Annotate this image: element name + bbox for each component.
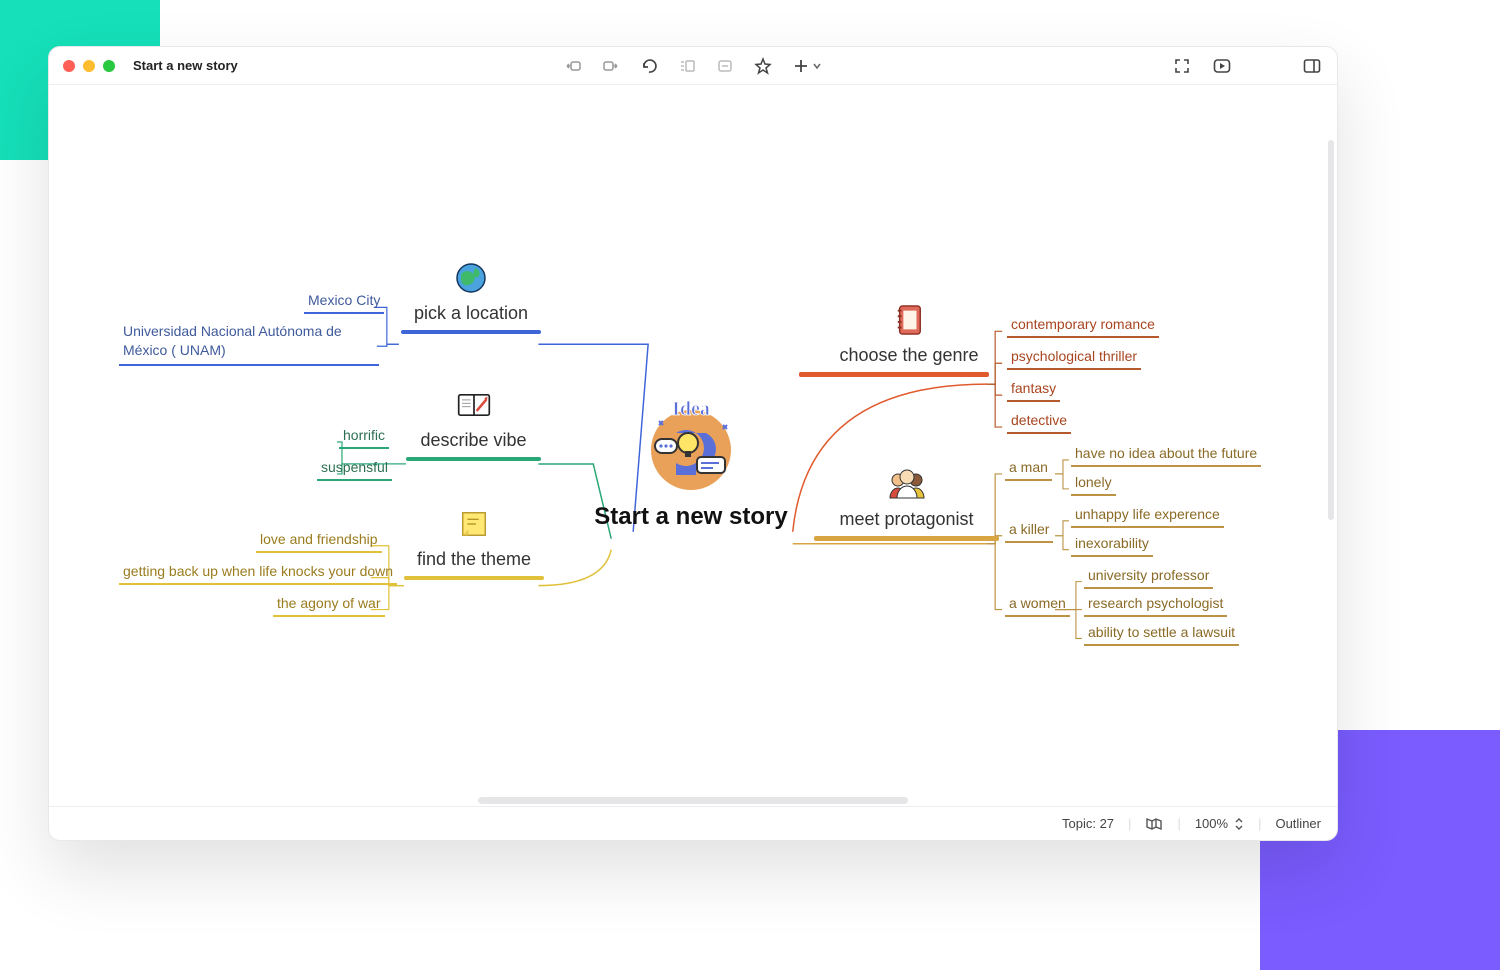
leaf-killer-0[interactable]: unhappy life experence [1071, 506, 1224, 528]
leaf-women-1[interactable]: research psychologist [1084, 595, 1227, 617]
leaf-prot-killer[interactable]: a killer [1005, 521, 1053, 543]
leaf-vibe-0[interactable]: horrific [339, 427, 389, 449]
leaf-theme-1[interactable]: getting back up when life knocks your do… [119, 563, 397, 585]
star-icon[interactable] [754, 57, 772, 75]
leaf-killer-1[interactable]: inexorability [1071, 535, 1153, 557]
vertical-scrollbar[interactable] [1328, 140, 1334, 520]
toolbar-right [1173, 57, 1321, 75]
app-window: Start a new story [48, 46, 1338, 841]
leaf-women-0[interactable]: university professor [1084, 567, 1213, 589]
maximize-button[interactable] [103, 60, 115, 72]
boundary-icon[interactable] [716, 57, 734, 75]
title-bar: Start a new story [49, 47, 1337, 85]
sticky-note-icon [457, 507, 491, 541]
branch-genre[interactable]: choose the genre [829, 303, 989, 377]
people-icon [885, 467, 929, 501]
minimize-button[interactable] [83, 60, 95, 72]
toolbar-center [564, 57, 822, 75]
leaf-prot-women[interactable]: a women [1005, 595, 1070, 617]
idea-icon: Idea [636, 395, 746, 495]
leaf-theme-0[interactable]: love and friendship [256, 531, 382, 553]
undo-icon[interactable] [640, 57, 658, 75]
branch-vibe[interactable]: describe vibe [406, 388, 541, 461]
window-controls [63, 60, 115, 72]
fullscreen-icon[interactable] [1173, 57, 1191, 75]
stepper-icon [1234, 817, 1244, 831]
status-bar: Topic: 27 | | 100% | Outliner [49, 806, 1337, 840]
svg-text:Idea: Idea [672, 398, 710, 420]
branch-protagonist[interactable]: meet protagonist [824, 467, 989, 541]
branch-location[interactable]: pick a location [401, 261, 541, 334]
leaf-vibe-1[interactable]: suspensful [317, 459, 392, 481]
relationship-icon[interactable] [678, 57, 696, 75]
root-topic[interactable]: Idea Start a new story [576, 395, 806, 531]
leaf-genre-1[interactable]: psychological thriller [1007, 348, 1141, 370]
zoom-value: 100% [1195, 816, 1228, 831]
insert-menu[interactable] [792, 57, 822, 75]
close-button[interactable] [63, 60, 75, 72]
map-view-icon[interactable] [1145, 815, 1163, 833]
branch-genre-label: choose the genre [829, 343, 989, 372]
root-title: Start a new story [576, 503, 806, 531]
leaf-theme-2[interactable]: the agony of war [273, 595, 385, 617]
branch-vibe-label: describe vibe [406, 428, 541, 457]
globe-icon [454, 261, 488, 295]
mindmap-canvas[interactable]: Idea Start a new story pick a location M… [49, 85, 1337, 806]
leaf-location-1[interactable]: Universidad Nacional Autónoma de México … [119, 322, 379, 366]
leaf-genre-0[interactable]: contemporary romance [1007, 316, 1159, 338]
book-icon [457, 388, 491, 422]
leaf-women-2[interactable]: ability to settle a lawsuit [1084, 624, 1239, 646]
leaf-genre-2[interactable]: fantasy [1007, 380, 1060, 402]
zoom-control[interactable]: 100% [1195, 816, 1244, 831]
branch-theme-label: find the theme [404, 547, 544, 576]
outliner-button[interactable]: Outliner [1275, 816, 1321, 831]
leaf-location-0[interactable]: Mexico City [304, 292, 384, 314]
panel-icon[interactable] [1303, 57, 1321, 75]
branch-protagonist-label: meet protagonist [824, 507, 989, 536]
topic-after-icon[interactable] [602, 57, 620, 75]
branch-theme[interactable]: find the theme [404, 507, 544, 580]
notebook-icon [892, 303, 926, 337]
leaf-man-0[interactable]: have no idea about the future [1071, 445, 1261, 467]
leaf-prot-man[interactable]: a man [1005, 459, 1052, 481]
chevron-down-icon [812, 61, 822, 71]
leaf-genre-3[interactable]: detective [1007, 412, 1071, 434]
topic-before-icon[interactable] [564, 57, 582, 75]
leaf-man-1[interactable]: lonely [1071, 474, 1116, 496]
branch-location-label: pick a location [401, 301, 541, 330]
horizontal-scrollbar[interactable] [49, 794, 1337, 806]
play-icon[interactable] [1213, 57, 1231, 75]
document-title: Start a new story [133, 58, 238, 73]
topic-count: Topic: 27 [1062, 816, 1114, 831]
